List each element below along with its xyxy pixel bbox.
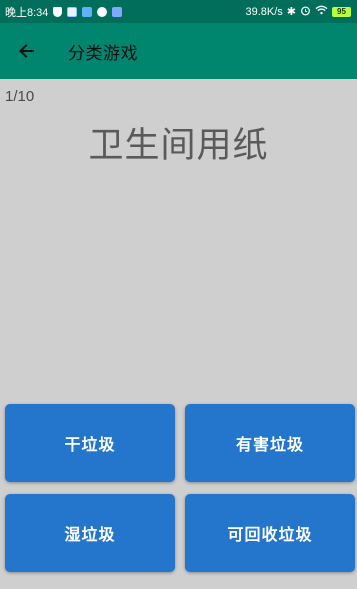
hazardous-waste-label: 有害垃圾 <box>235 435 304 454</box>
wifi-icon <box>315 5 328 18</box>
item-name: 卫生间用纸 <box>88 126 269 166</box>
alarm-icon <box>300 5 311 19</box>
progress-counter: 1/10 <box>5 88 35 105</box>
chat-notification-icon <box>97 6 108 17</box>
dry-waste-button[interactable]: 干垃圾 <box>5 404 175 482</box>
wet-waste-button[interactable]: 湿垃圾 <box>5 494 175 572</box>
back-button[interactable] <box>0 23 54 79</box>
hazardous-waste-button[interactable]: 有害垃圾 <box>185 404 355 482</box>
status-bar: 晚上8:34 39.8K/s ✱ 95 <box>0 0 357 23</box>
network-speed: 39.8K/s <box>245 5 283 18</box>
wet-waste-label: 湿垃圾 <box>64 525 116 544</box>
status-left: 晚上8:34 <box>5 4 123 20</box>
status-time: 晚上8:34 <box>5 6 49 19</box>
recyclable-waste-label: 可回收垃圾 <box>227 525 313 544</box>
bluetooth-icon: ✱ <box>286 6 296 18</box>
shield-icon <box>53 6 63 17</box>
status-right: 39.8K/s ✱ 95 <box>245 5 351 19</box>
app-notification-icon-2 <box>112 6 123 17</box>
image-notification-icon <box>82 6 93 17</box>
app-bar: 分类游戏 <box>0 23 357 79</box>
app-notification-icon <box>67 6 78 17</box>
page-title: 分类游戏 <box>68 43 138 64</box>
battery-indicator: 95 <box>332 6 351 17</box>
dry-waste-label: 干垃圾 <box>64 435 116 454</box>
recyclable-waste-button[interactable]: 可回收垃圾 <box>185 494 355 572</box>
arrow-left-icon <box>17 42 35 60</box>
